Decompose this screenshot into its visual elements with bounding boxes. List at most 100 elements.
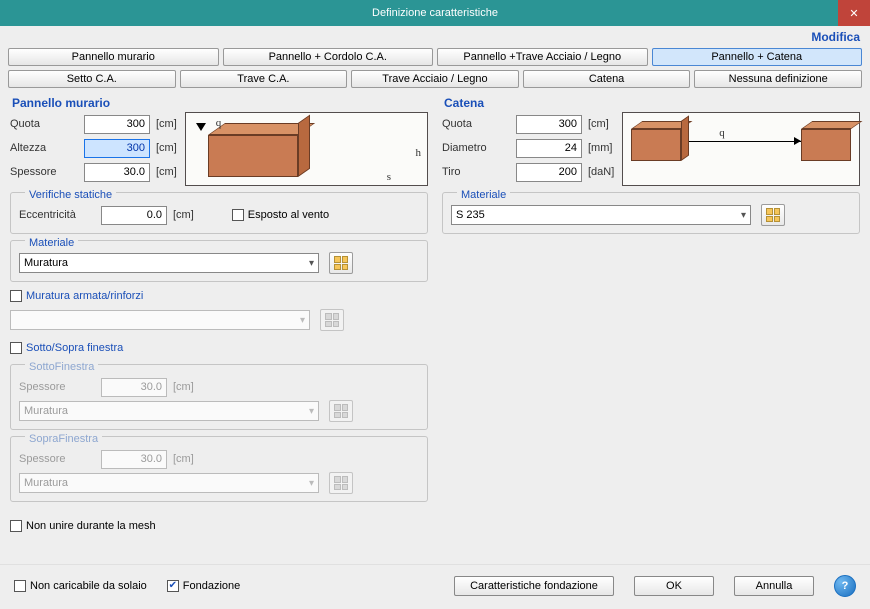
materiale-right-group: Materiale S 235 ▾ (442, 192, 860, 234)
materiale-right-edit-button[interactable] (761, 204, 785, 226)
left-title: Pannello murario (10, 96, 110, 112)
window-title: Definizione caratteristiche (372, 7, 498, 19)
sopra-spessore-input (101, 450, 167, 469)
altezza-input[interactable] (84, 139, 150, 158)
quota-label: Quota (10, 118, 80, 130)
eccen-unit: [cm] (173, 209, 194, 221)
materiale-left-select[interactable]: Muratura ▾ (19, 253, 319, 273)
non-caricabile-checkbox-row[interactable]: Non caricabile da solaio (14, 576, 147, 596)
chain-diagram: q (622, 112, 860, 186)
sottofinestra-group: SottoFinestra Spessore [cm] Muratura ▾ (10, 364, 428, 430)
soprafinestra-title: SopraFinestra (25, 433, 102, 445)
grid-icon (766, 208, 780, 222)
caratteristiche-fondazione-button[interactable]: Caratteristiche fondazione (454, 576, 614, 596)
chevron-down-icon: ▾ (741, 210, 746, 221)
modifica-link[interactable]: Modifica (0, 26, 870, 46)
fondazione-checkbox-icon (167, 580, 179, 592)
tab-pannello-murario[interactable]: Pannello murario (8, 48, 219, 66)
tab-pannello-trave[interactable]: Pannello +Trave Acciaio / Legno (437, 48, 648, 66)
chevron-down-icon: ▾ (309, 478, 314, 489)
quota-input[interactable] (84, 115, 150, 134)
close-icon: ✕ (849, 7, 858, 20)
non-caricabile-checkbox-icon (14, 580, 26, 592)
armata-edit-button (320, 309, 344, 331)
tab-setto-ca[interactable]: Setto C.A. (8, 70, 176, 88)
non-unire-label: Non unire durante la mesh (26, 520, 156, 532)
tab-trave-acciaio-legno[interactable]: Trave Acciaio / Legno (351, 70, 519, 88)
sottosopra-checkbox-row[interactable]: Sotto/Sopra finestra (10, 338, 428, 358)
r-quota-label: Quota (442, 118, 512, 130)
spessore-input[interactable] (84, 163, 150, 182)
tab-trave-ca[interactable]: Trave C.A. (180, 70, 348, 88)
footer: Non caricabile da solaio Fondazione Cara… (0, 564, 870, 609)
altezza-unit: [cm] (156, 142, 177, 154)
eccen-input[interactable] (101, 206, 167, 225)
sopra-mat-select: Muratura ▾ (19, 473, 319, 493)
materiale-left-value: Muratura (24, 257, 68, 269)
non-caricabile-label: Non caricabile da solaio (30, 580, 147, 592)
materiale-right-select[interactable]: S 235 ▾ (451, 205, 751, 225)
armata-checkbox-icon (10, 290, 22, 302)
annulla-button[interactable]: Annulla (734, 576, 814, 596)
sotto-spessore-label: Spessore (19, 381, 97, 393)
grid-icon (334, 256, 348, 270)
vento-checkbox-icon (232, 209, 244, 221)
r-tiro-input[interactable] (516, 163, 582, 182)
sotto-spessore-unit: [cm] (173, 381, 194, 393)
sottosopra-label: Sotto/Sopra finestra (26, 342, 123, 354)
sopra-mat-value: Muratura (24, 477, 68, 489)
verifiche-title: Verifiche statiche (25, 189, 116, 201)
quota-unit: [cm] (156, 118, 177, 130)
sotto-mat-value: Muratura (24, 405, 68, 417)
materiale-left-title: Materiale (25, 237, 78, 249)
panel-right: Catena Quota [cm] Diametro [mm] Tiro [da… (442, 96, 860, 536)
help-icon: ? (842, 580, 849, 592)
altezza-label: Altezza (10, 142, 80, 154)
wall-diagram: q h s (185, 112, 428, 186)
verifiche-statiche-group: Verifiche statiche Eccentricità [cm] Esp… (10, 192, 428, 234)
tab-row-top: Pannello murario Pannello + Cordolo C.A.… (0, 46, 870, 68)
armata-select: ▾ (10, 310, 310, 330)
tab-catena[interactable]: Catena (523, 70, 691, 88)
sottosopra-checkbox-icon (10, 342, 22, 354)
sotto-spessore-input (101, 378, 167, 397)
ok-button[interactable]: OK (634, 576, 714, 596)
fondazione-label: Fondazione (183, 580, 241, 592)
materiale-left-group: Materiale Muratura ▾ (10, 240, 428, 282)
vento-checkbox-row[interactable]: Esposto al vento (232, 205, 329, 225)
right-title: Catena (442, 96, 484, 112)
fondazione-checkbox-row[interactable]: Fondazione (167, 576, 241, 596)
tab-pannello-catena[interactable]: Pannello + Catena (652, 48, 863, 66)
tab-nessuna-def[interactable]: Nessuna definizione (694, 70, 862, 88)
vento-label: Esposto al vento (248, 209, 329, 221)
sopra-spessore-unit: [cm] (173, 453, 194, 465)
r-quota-input[interactable] (516, 115, 582, 134)
armata-label: Muratura armata/rinforzi (26, 290, 143, 302)
non-unire-checkbox-icon (10, 520, 22, 532)
close-button[interactable]: ✕ (838, 0, 870, 26)
armata-checkbox-row[interactable]: Muratura armata/rinforzi (10, 286, 428, 306)
r-tiro-unit: [daN] (588, 166, 614, 178)
soprafinestra-group: SopraFinestra Spessore [cm] Muratura ▾ (10, 436, 428, 502)
r-quota-unit: [cm] (588, 118, 609, 130)
help-button[interactable]: ? (834, 575, 856, 597)
grid-icon (334, 404, 348, 418)
r-diametro-unit: [mm] (588, 142, 612, 154)
sotto-mat-edit-button (329, 400, 353, 422)
non-unire-checkbox-row[interactable]: Non unire durante la mesh (10, 516, 428, 536)
r-tiro-label: Tiro (442, 166, 512, 178)
chevron-down-icon: ▾ (300, 315, 305, 326)
sopra-mat-edit-button (329, 472, 353, 494)
panel-left: Pannello murario Quota [cm] Altezza [cm]… (10, 96, 428, 536)
titlebar: Definizione caratteristiche ✕ (0, 0, 870, 26)
sotto-mat-select: Muratura ▾ (19, 401, 319, 421)
grid-icon (325, 313, 339, 327)
sopra-spessore-label: Spessore (19, 453, 97, 465)
spessore-unit: [cm] (156, 166, 177, 178)
eccen-label: Eccentricità (19, 209, 97, 221)
materiale-left-edit-button[interactable] (329, 252, 353, 274)
r-diametro-input[interactable] (516, 139, 582, 158)
sottofinestra-title: SottoFinestra (25, 361, 98, 373)
tab-pannello-cordolo[interactable]: Pannello + Cordolo C.A. (223, 48, 434, 66)
materiale-right-title: Materiale (457, 189, 510, 201)
